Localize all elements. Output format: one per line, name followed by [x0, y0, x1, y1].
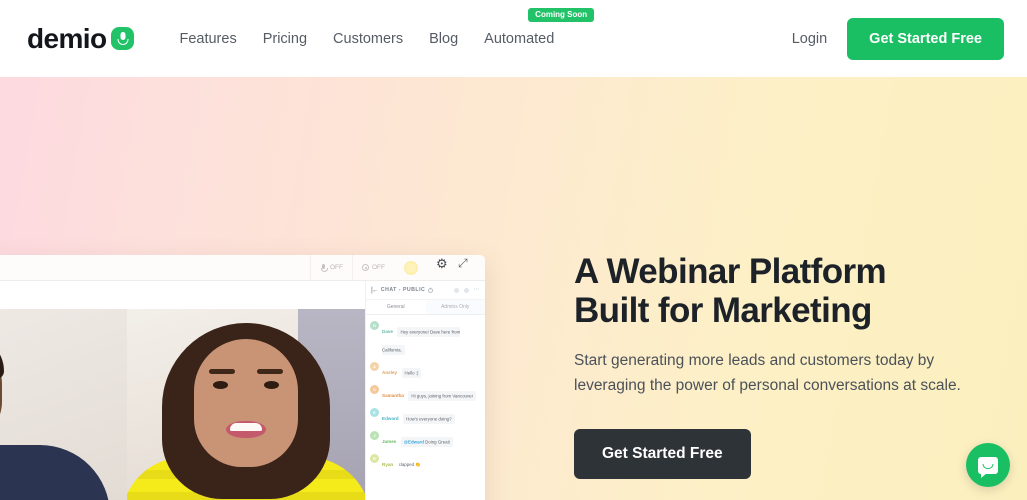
video-tile-right — [127, 309, 365, 500]
question-mark-icon[interactable]: ? — [428, 287, 434, 293]
app-toolbar: OFF OFF — [0, 255, 485, 281]
chat-people-icon[interactable] — [463, 287, 469, 293]
avatar: J — [370, 431, 379, 440]
status-indicator — [404, 260, 418, 275]
logo[interactable]: demio — [27, 22, 135, 54]
chat-message-author: Ansley — [382, 370, 398, 375]
chat-message-text: How's everyone doing? — [403, 413, 455, 424]
nav-item-automated[interactable]: Automated — [484, 31, 554, 47]
coming-soon-badge: Coming Soon — [528, 7, 595, 22]
chat-message-text: Hello :) — [401, 367, 422, 378]
get-started-free-button-hero[interactable]: Get Started Free — [574, 428, 751, 479]
chat-tab-admins-only[interactable]: Admins Only — [425, 300, 485, 315]
collapse-left-icon[interactable]: |← — [371, 287, 379, 294]
gear-icon[interactable] — [436, 257, 448, 274]
site-header: demio Features Pricing Customers Blog Au… — [0, 0, 1027, 77]
chat-message-author: Edward — [382, 416, 399, 421]
avatar: S — [370, 385, 379, 394]
mic-state-label: OFF — [330, 264, 343, 271]
chat-message-list: D Dave Hey everyone! Dave here from Cali… — [366, 315, 485, 500]
hero-section: OFF OFF ⚙ ⤢ |← CHAT - PUBLIC ? ⋯ General… — [0, 77, 1027, 500]
page-title: A Webinar Platform Built for Marketing — [574, 252, 994, 330]
chat-message-text: Hey everyone! Dave here from California. — [382, 326, 461, 355]
nav-item-features[interactable]: Features — [179, 31, 236, 47]
nav-item-pricing[interactable]: Pricing — [263, 31, 307, 47]
chat-message-author: James — [382, 439, 397, 444]
chat-bubble-icon — [978, 456, 998, 478]
microphone-icon — [320, 264, 329, 272]
hero-text-block: A Webinar Platform Built for Marketing S… — [574, 252, 994, 479]
video-tile-left — [0, 309, 127, 500]
chat-header: |← CHAT - PUBLIC ? ⋯ — [366, 281, 485, 300]
chat-panel: |← CHAT - PUBLIC ? ⋯ General Admins Only — [365, 281, 485, 500]
nav-item-customers[interactable]: Customers — [333, 31, 403, 47]
login-link[interactable]: Login — [792, 31, 827, 47]
chat-message: S Samantha Hi guys, joining from Vancouv… — [370, 384, 481, 402]
camera-toggle[interactable]: OFF — [352, 255, 394, 281]
chat-message-text: clapped 👏 — [398, 462, 421, 467]
hero-heading-line-1: A Webinar Platform — [574, 252, 887, 291]
camera-icon — [362, 264, 369, 271]
avatar: A — [370, 362, 379, 371]
avatar: R — [370, 454, 379, 463]
chat-message-author: Dave — [382, 329, 393, 334]
mic-toggle[interactable]: OFF — [310, 255, 352, 281]
chat-message-author: Samantha — [382, 393, 404, 398]
get-started-free-button-header[interactable]: Get Started Free — [847, 17, 1004, 60]
chat-message: J James @Edward Doing Great! — [370, 430, 481, 448]
chat-message: R Ryan clapped 👏 — [370, 453, 481, 471]
nav-item-blog[interactable]: Blog — [429, 31, 458, 47]
header-actions: Login Get Started Free — [792, 17, 1004, 60]
more-options-icon[interactable]: ⋯ — [474, 287, 480, 293]
chat-message: A Ansley Hello :) — [370, 361, 481, 379]
avatar: D — [370, 321, 379, 330]
smile-icon — [982, 463, 994, 469]
chat-launcher-button[interactable] — [966, 443, 1010, 487]
chat-tab-general[interactable]: General — [366, 300, 426, 315]
logo-text: demio — [27, 22, 107, 54]
chat-title: CHAT - PUBLIC — [380, 287, 426, 293]
chat-mention: @Edward — [403, 439, 424, 444]
main-navigation: Features Pricing Customers Blog Automate… — [179, 7, 595, 48]
chat-settings-icon[interactable] — [453, 287, 459, 293]
chat-message: D Dave Hey everyone! Dave here from Cali… — [370, 320, 481, 356]
expand-icon[interactable] — [458, 257, 470, 274]
chat-message-rest: Doing Great! — [423, 439, 451, 444]
avatar: E — [370, 408, 379, 417]
app-body: |← CHAT - PUBLIC ? ⋯ General Admins Only — [0, 281, 485, 500]
chat-tabs: General Admins Only — [366, 300, 485, 315]
webinar-app-screenshot: OFF OFF ⚙ ⤢ |← CHAT - PUBLIC ? ⋯ General… — [0, 255, 485, 500]
chat-message: E Edward How's everyone doing? — [370, 407, 481, 425]
chat-message-text: @Edward Doing Great! — [400, 436, 454, 447]
microphone-icon — [111, 27, 135, 50]
camera-state-label: OFF — [372, 264, 385, 271]
chat-message-author: Ryan — [382, 462, 394, 467]
chat-message-text: Hi guys, joining from Vancouver — [408, 390, 477, 401]
video-stage — [0, 281, 365, 500]
hero-heading-line-2: Built for Marketing — [574, 291, 872, 331]
hero-subtext: Start generating more leads and customer… — [574, 352, 961, 395]
